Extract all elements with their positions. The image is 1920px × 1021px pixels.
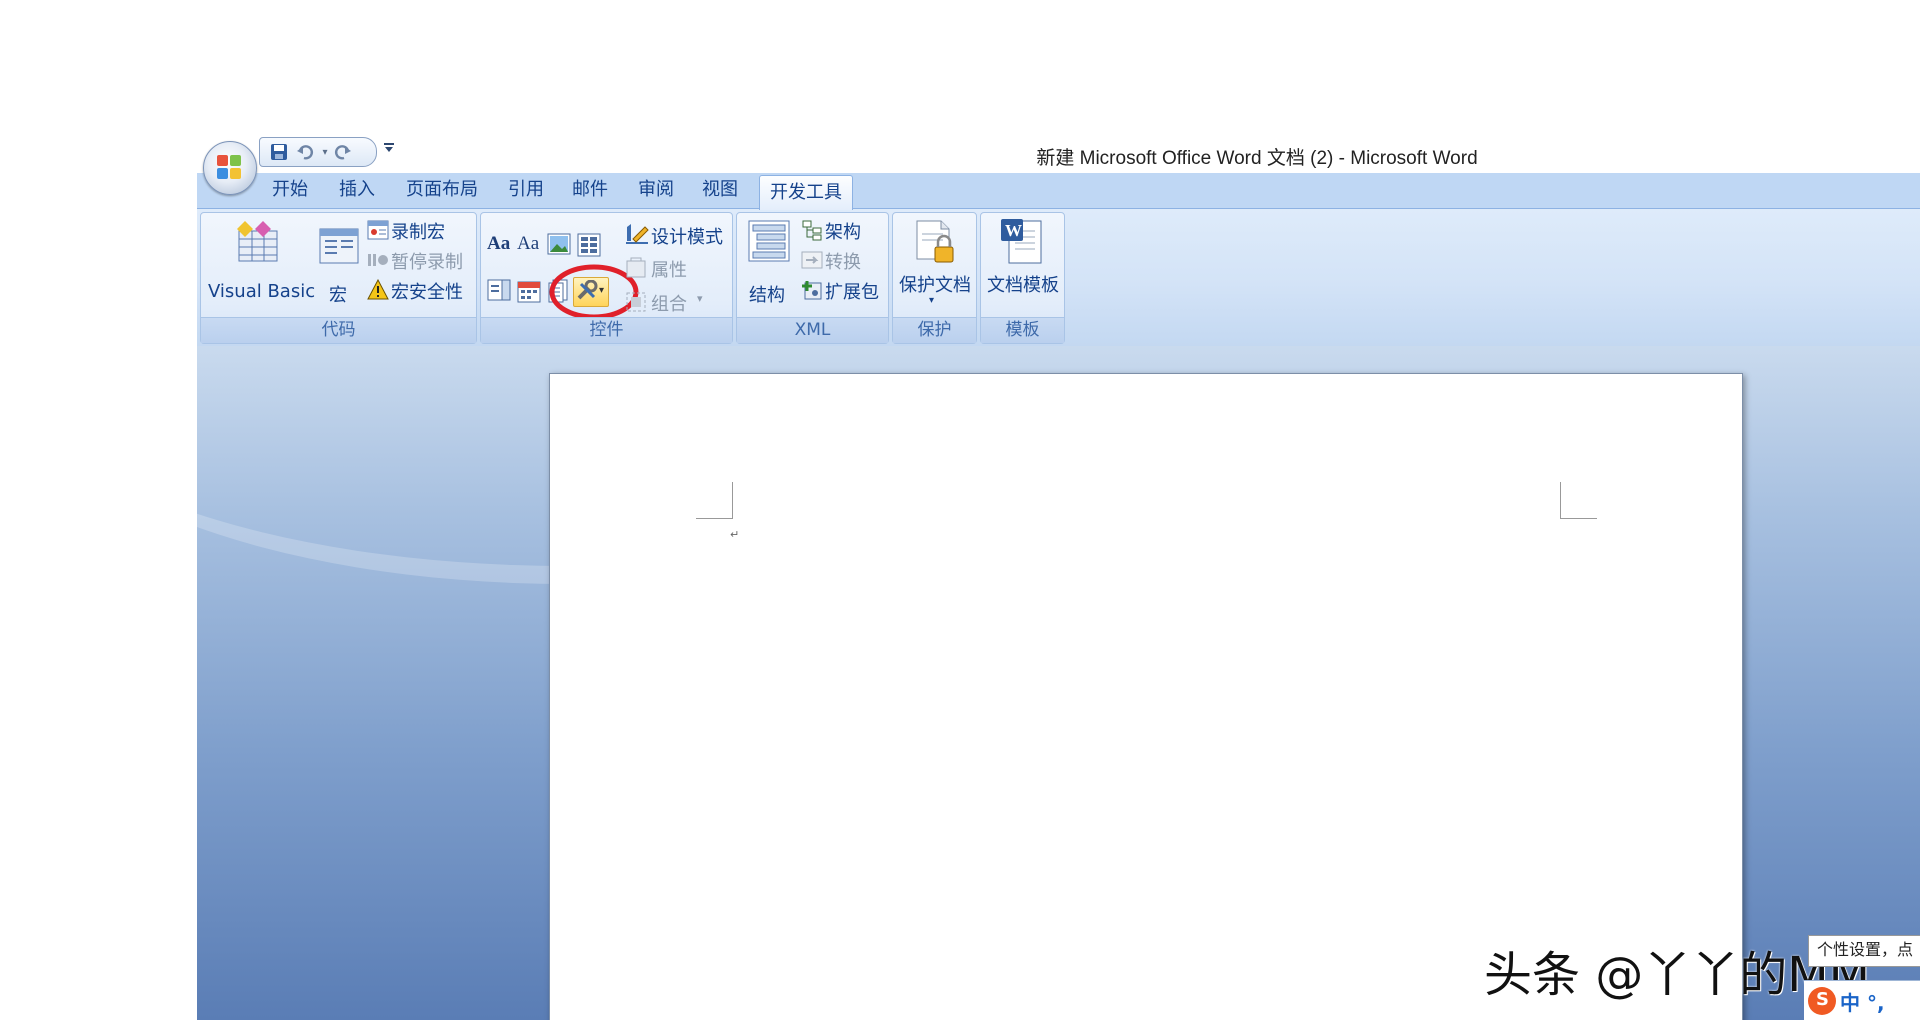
macros-icon [319,227,359,269]
tab-review[interactable]: 审阅 [627,173,685,208]
macro-security-label: 宏安全性 [391,282,463,303]
record-macro-label: 录制宏 [391,222,445,243]
sogou-logo-icon: S [1808,987,1836,1015]
expansion-packs-button[interactable]: 扩展包 [801,277,885,303]
document-workspace: ↵ [197,346,1920,1020]
document-template-button[interactable]: W 文档模板 [983,215,1062,313]
protect-document-dropdown-icon: ▾ [929,295,935,306]
tab-mailings[interactable]: 邮件 [561,173,619,208]
macro-security-button[interactable]: 宏安全性 [367,277,473,303]
templates-group-label: 模板 [981,317,1064,343]
visual-basic-label: Visual Basic [208,281,316,302]
transform-label: 转换 [825,252,861,273]
xml-group-label: XML [737,317,888,343]
combo-box-control-icon[interactable] [487,279,511,305]
protect-document-icon [913,219,957,269]
group-dropdown-icon: ▾ [697,292,703,305]
design-mode-label: 设计模式 [651,227,723,248]
record-macro-button[interactable]: 录制宏 [367,217,473,243]
visual-basic-icon [235,219,281,267]
office-logo-icon [214,152,246,184]
tab-page-layout[interactable]: 页面布局 [397,173,487,208]
rich-text-control-icon[interactable]: Aa [487,233,510,255]
properties-icon [625,257,647,283]
tab-insert[interactable]: 插入 [328,173,386,208]
tab-view[interactable]: 视图 [691,173,749,208]
paragraph-mark: ↵ [730,528,740,541]
undo-icon[interactable] [294,141,316,163]
tab-references[interactable]: 引用 [497,173,555,208]
building-block-control-icon[interactable] [577,233,601,261]
expansion-packs-label: 扩展包 [825,282,879,303]
templates-group: W 文档模板 模板 [980,212,1065,344]
tab-home[interactable]: 开始 [261,173,319,208]
date-picker-control-icon[interactable] [517,279,541,307]
window-title: 新建 Microsoft Office Word 文档 (2) - Micros… [1036,148,1478,169]
customize-qat-icon[interactable] [383,141,395,157]
structure-button[interactable]: 结构 [739,215,797,313]
visual-basic-button[interactable]: Visual Basic [203,215,316,313]
xml-group: 结构 架构 转换 扩展包 XML [736,212,889,344]
transform-button[interactable]: 转换 [801,247,885,273]
redo-icon[interactable] [332,141,354,163]
code-group-label: 代码 [201,317,476,343]
plain-text-control-icon[interactable]: Aa [517,233,539,255]
controls-group: Aa Aa ▾ 设计模式 属性 组合 ▾ 控件 [480,212,733,344]
quick-access-toolbar: ▾ [259,137,377,167]
save-icon[interactable] [268,141,290,163]
ribbon-tab-bar: 开始 插入 页面布局 引用 邮件 审阅 视图 开发工具 [197,173,1920,210]
protect-group: 保护文档 ▾ 保护 [892,212,977,344]
properties-button[interactable]: 属性 [625,255,725,281]
pause-recording-button[interactable]: 暂停录制 [367,247,473,273]
design-mode-button[interactable]: 设计模式 [625,221,729,249]
macros-button[interactable]: 宏 [313,215,363,313]
group-icon [625,291,647,317]
schema-label: 架构 [825,222,861,243]
structure-icon [747,219,791,267]
code-group: Visual Basic 宏 录制宏 暂停录制 宏安全性 代码 [200,212,477,344]
pause-recording-label: 暂停录制 [391,252,463,273]
group-label: 组合 [651,294,687,315]
margin-corner-top-left [696,482,733,519]
tab-developer[interactable]: 开发工具 [759,175,853,210]
macros-label: 宏 [329,285,347,306]
ime-status-bar[interactable]: S 中 °, [1804,980,1920,1021]
warning-icon [367,278,389,304]
picture-control-icon[interactable] [547,233,571,259]
protect-document-label: 保护文档 [899,275,971,296]
document-template-icon: W [999,217,1045,271]
properties-label: 属性 [651,260,687,281]
pause-recording-icon [367,252,389,272]
margin-corner-top-right [1560,482,1597,519]
design-mode-icon [625,223,649,249]
expansion-packs-icon [801,279,823,305]
protect-group-label: 保护 [893,317,976,343]
group-button[interactable]: 组合 ▾ [625,289,725,315]
schema-button[interactable]: 架构 [801,217,885,243]
document-template-label: 文档模板 [987,275,1059,296]
ime-mode-indicator[interactable]: 中 °, [1840,987,1885,1016]
protect-document-button[interactable]: 保护文档 ▾ [895,215,974,313]
word-window: ▾ 新建 Microsoft Office Word 文档 (2) - Micr… [197,135,1920,1020]
structure-label: 结构 [749,285,785,306]
transform-icon [801,250,823,274]
document-page[interactable]: ↵ [549,373,1743,1020]
title-bar: ▾ 新建 Microsoft Office Word 文档 (2) - Micr… [197,135,1920,173]
controls-group-label: 控件 [481,317,732,343]
schema-icon [801,219,823,245]
svg-text:W: W [1005,221,1022,240]
ribbon: Visual Basic 宏 录制宏 暂停录制 宏安全性 代码 Aa Aa ▾ … [197,208,1920,348]
office-button[interactable] [203,141,257,195]
record-macro-icon [367,220,389,244]
ime-tooltip: 个性设置，点 [1808,935,1920,967]
